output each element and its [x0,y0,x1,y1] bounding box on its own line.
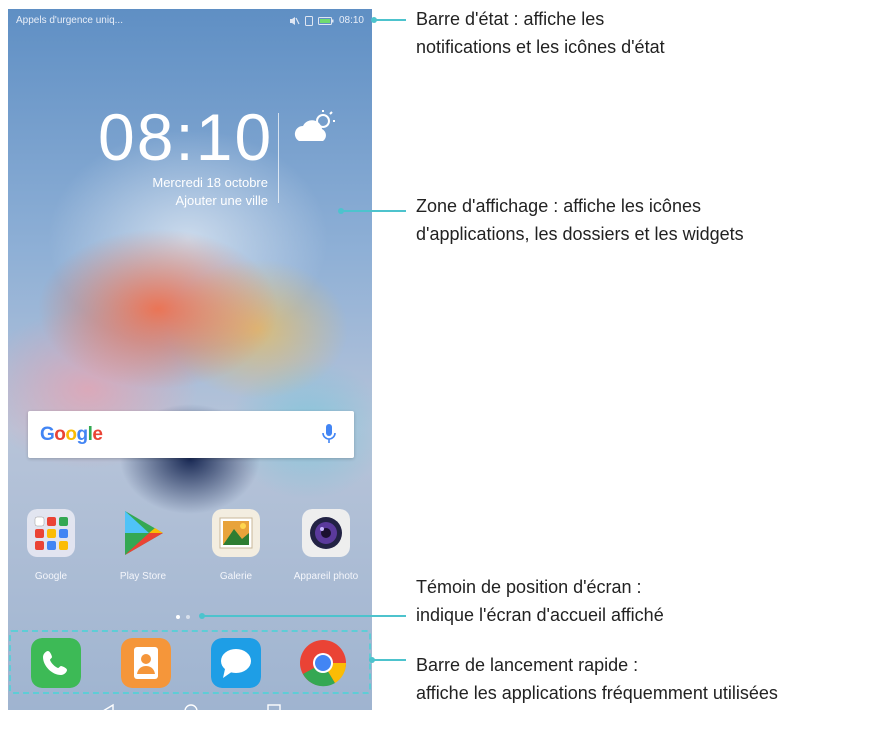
microphone-icon[interactable] [322,423,336,445]
callout-line: indique l'écran d'accueil affiché [416,605,664,625]
callout-line: Barre d'état : affiche les [416,9,605,29]
google-search-bar[interactable]: Google [28,411,354,458]
status-icons: 08:10 [289,15,364,26]
callout-line: notifications et les icônes d'état [416,37,665,57]
app-play-store[interactable]: Play Store [105,509,181,582]
page-dot[interactable] [186,615,190,619]
display-area-callout: Zone d'affichage : affiche les icônes d'… [416,192,744,248]
mute-icon [289,16,300,25]
callout-line: d'applications, les dossiers et les widg… [416,224,744,244]
phone-icon[interactable] [31,638,81,688]
widget-divider [278,113,279,203]
clock-date: Mercredi 18 octobre [152,175,268,190]
clock-time[interactable]: 08:10 [98,99,271,175]
app-gallery[interactable]: Galerie [198,509,274,582]
play-store-icon [125,511,163,555]
battery-icon [317,16,334,25]
display-area-leader [343,210,406,212]
add-city-link[interactable]: Ajouter une ville [68,193,269,208]
screen-indicator-callout: Témoin de position d'écran : indique l'é… [416,573,664,629]
google-logo: Google [40,424,103,445]
chrome-icon[interactable] [298,638,348,688]
phone-screen: Appels d'urgence uniq... 08:10 08:10 Mer… [8,9,372,710]
status-bar-leader [376,19,406,21]
navigation-bar [8,697,372,710]
app-label: Galerie [219,571,253,582]
back-icon[interactable] [100,703,116,710]
app-google-folder[interactable]: Google [13,509,89,582]
app-label: Appareil photo [293,571,359,582]
status-bar-callout: Barre d'état : affiche les notifications… [416,5,665,61]
launch-bar-callout: Barre de lancement rapide : affiche les … [416,651,778,707]
app-label: Play Store [119,571,167,582]
app-label: Google [34,571,68,582]
messages-icon[interactable] [211,638,261,688]
callout-line: Zone d'affichage : affiche les icônes [416,196,701,216]
contacts-icon[interactable] [121,638,171,688]
callout-line: Barre de lancement rapide : [416,655,639,675]
callout-line: affiche les applications fréquemment uti… [416,683,778,703]
recents-icon[interactable] [266,703,282,710]
launch-bar-leader [374,659,406,661]
home-icon[interactable] [183,703,199,710]
sim-icon [304,15,313,26]
status-bar: Appels d'urgence uniq... 08:10 [8,9,372,31]
callout-line: Témoin de position d'écran : [416,577,642,597]
status-time: 08:10 [338,15,364,26]
camera-icon [302,509,350,557]
page-dot-active[interactable] [176,615,180,619]
gallery-icon [212,509,260,557]
carrier-text: Appels d'urgence uniq... [16,15,123,26]
google-folder-icon [27,509,75,557]
app-camera[interactable]: Appareil photo [288,509,364,582]
screen-indicator-leader [204,615,406,617]
partly-cloudy-icon[interactable] [291,109,341,149]
page-indicator[interactable] [176,615,190,619]
